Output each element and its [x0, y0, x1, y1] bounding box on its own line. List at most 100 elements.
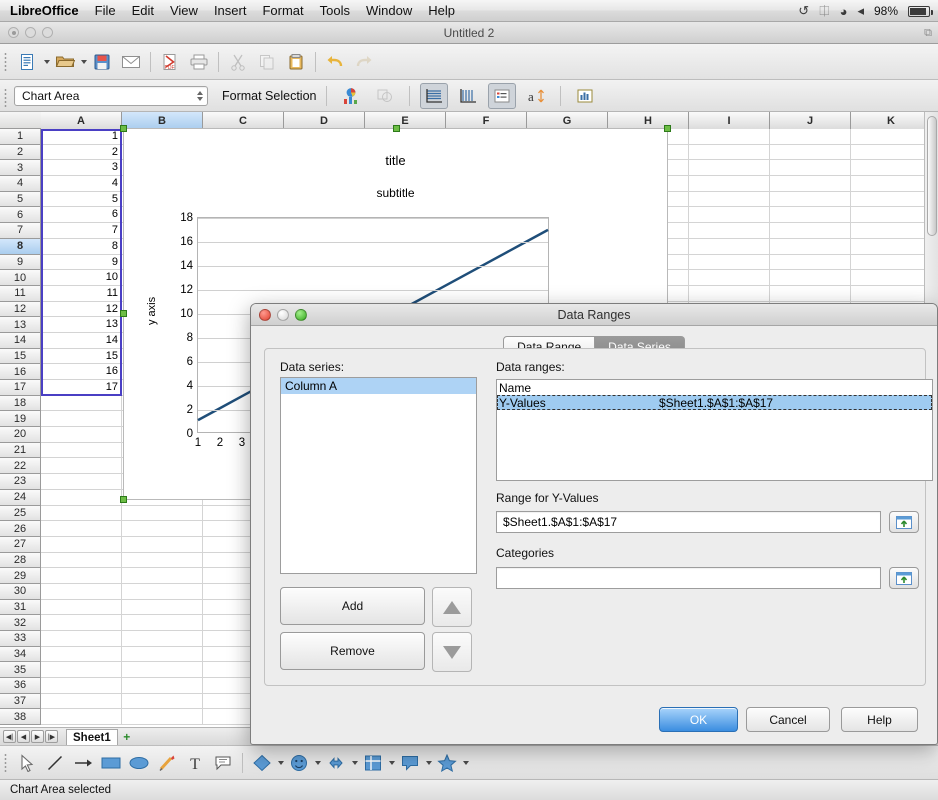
toolbar-grip[interactable]	[4, 753, 7, 773]
row-header-16[interactable]: 16	[0, 364, 41, 380]
cell-A23[interactable]	[41, 474, 122, 490]
menu-help[interactable]: Help	[428, 3, 455, 18]
cell-A17[interactable]: 17	[41, 380, 122, 396]
remove-series-button[interactable]: Remove	[280, 632, 425, 670]
column-header-f[interactable]: F	[446, 112, 527, 129]
cell-B36[interactable]	[122, 678, 203, 694]
row-header-22[interactable]: 22	[0, 458, 41, 475]
ellipse-icon[interactable]	[126, 750, 152, 776]
sheet-tab-sheet1[interactable]: Sheet1	[66, 728, 118, 745]
cell-A37[interactable]	[41, 693, 122, 710]
callout-shapes-icon[interactable]	[397, 750, 423, 776]
cell-A9[interactable]: 9	[41, 254, 122, 271]
legend-on-off-icon[interactable]	[488, 82, 517, 109]
cell-A5[interactable]: 5	[41, 191, 122, 208]
row-header-13[interactable]: 13	[0, 317, 41, 333]
battery-icon[interactable]	[908, 5, 933, 17]
cell-B31[interactable]	[122, 599, 203, 616]
cell-K1[interactable]	[851, 129, 932, 145]
cell-J2[interactable]	[770, 144, 851, 161]
move-series-up-button[interactable]	[432, 587, 472, 627]
cell-K11[interactable]	[851, 285, 932, 302]
row-header-14[interactable]: 14	[0, 332, 41, 349]
cell-B35[interactable]	[122, 662, 203, 679]
categories-input[interactable]	[496, 567, 881, 589]
toolbar-grip[interactable]	[4, 52, 7, 72]
paste-icon[interactable]	[282, 49, 310, 75]
cell-K6[interactable]	[851, 207, 932, 224]
flowchart-dropdown-icon[interactable]	[389, 760, 395, 765]
cell-A28[interactable]	[41, 552, 122, 569]
column-header-b[interactable]: B	[122, 112, 203, 129]
help-button[interactable]: Help	[841, 707, 918, 732]
time-machine-icon[interactable]: ↺	[798, 3, 809, 19]
column-header-a[interactable]: A	[41, 112, 122, 129]
data-table-icon[interactable]	[371, 83, 399, 109]
cell-K10[interactable]	[851, 270, 932, 286]
menu-file[interactable]: File	[95, 3, 116, 18]
row-header-32[interactable]: 32	[0, 615, 41, 631]
flowchart-icon[interactable]	[360, 750, 386, 776]
row-header-21[interactable]: 21	[0, 442, 41, 459]
cell-K7[interactable]	[851, 223, 932, 239]
resize-handle-tr[interactable]	[664, 125, 671, 132]
row-header-10[interactable]: 10	[0, 270, 41, 286]
close-window-button[interactable]	[8, 27, 19, 38]
row-header-34[interactable]: 34	[0, 646, 41, 663]
block-arrows-dropdown-icon[interactable]	[352, 760, 358, 765]
dialog-close-button[interactable]	[259, 309, 271, 321]
row-header-38[interactable]: 38	[0, 709, 41, 726]
row-header-1[interactable]: 1	[0, 129, 41, 145]
select-range-categories-button[interactable]	[889, 567, 919, 589]
row-header-11[interactable]: 11	[0, 285, 41, 302]
cell-A35[interactable]	[41, 662, 122, 679]
cell-I5[interactable]	[689, 191, 770, 208]
cell-I2[interactable]	[689, 144, 770, 161]
row-header-5[interactable]: 5	[0, 191, 41, 208]
cell-A29[interactable]	[41, 568, 122, 584]
column-header-g[interactable]: G	[527, 112, 608, 129]
save-icon[interactable]	[88, 49, 116, 75]
chart-element-select[interactable]: Chart Area	[14, 85, 208, 106]
row-header-30[interactable]: 30	[0, 583, 41, 600]
callout-icon[interactable]	[210, 750, 236, 776]
select-arrow-icon[interactable]	[14, 750, 40, 776]
data-ranges-row-y-values[interactable]: Y-Values $Sheet1.$A$1:$A$17	[497, 395, 932, 410]
data-series-item-column-a[interactable]: Column A	[281, 378, 476, 394]
column-header-d[interactable]: D	[284, 112, 365, 129]
cell-A16[interactable]: 16	[41, 364, 122, 380]
format-selection-button[interactable]: Format Selection	[222, 89, 316, 103]
select-range-y-values-button[interactable]	[889, 511, 919, 533]
cell-A22[interactable]	[41, 458, 122, 475]
row-header-29[interactable]: 29	[0, 568, 41, 584]
chart-type-icon[interactable]	[337, 83, 365, 109]
cell-A34[interactable]	[41, 646, 122, 663]
column-header-h[interactable]: H	[608, 112, 689, 129]
cell-A8[interactable]: 8	[41, 238, 122, 255]
row-header-4[interactable]: 4	[0, 176, 41, 192]
undo-icon[interactable]	[321, 49, 349, 75]
copy-icon[interactable]	[253, 49, 281, 75]
row-header-12[interactable]: 12	[0, 301, 41, 318]
symbol-shapes-dropdown-icon[interactable]	[315, 760, 321, 765]
cell-A24[interactable]	[41, 489, 122, 506]
print-icon[interactable]	[185, 49, 213, 75]
row-header-36[interactable]: 36	[0, 678, 41, 694]
cell-J9[interactable]	[770, 254, 851, 271]
cell-K4[interactable]	[851, 176, 932, 192]
automatic-layout-icon[interactable]	[571, 83, 599, 109]
row-header-9[interactable]: 9	[0, 254, 41, 271]
cell-A21[interactable]	[41, 442, 122, 459]
basic-shapes-icon[interactable]	[249, 750, 275, 776]
cell-I10[interactable]	[689, 270, 770, 286]
cell-A32[interactable]	[41, 615, 122, 631]
row-header-33[interactable]: 33	[0, 631, 41, 647]
cell-B30[interactable]	[122, 583, 203, 600]
row-header-26[interactable]: 26	[0, 521, 41, 537]
cell-A25[interactable]	[41, 505, 122, 522]
dialog-title-bar[interactable]: Data Ranges	[251, 304, 937, 326]
freeform-line-icon[interactable]	[154, 750, 180, 776]
menu-tools[interactable]: Tools	[320, 3, 350, 18]
cell-A26[interactable]	[41, 521, 122, 537]
cell-B33[interactable]	[122, 631, 203, 647]
